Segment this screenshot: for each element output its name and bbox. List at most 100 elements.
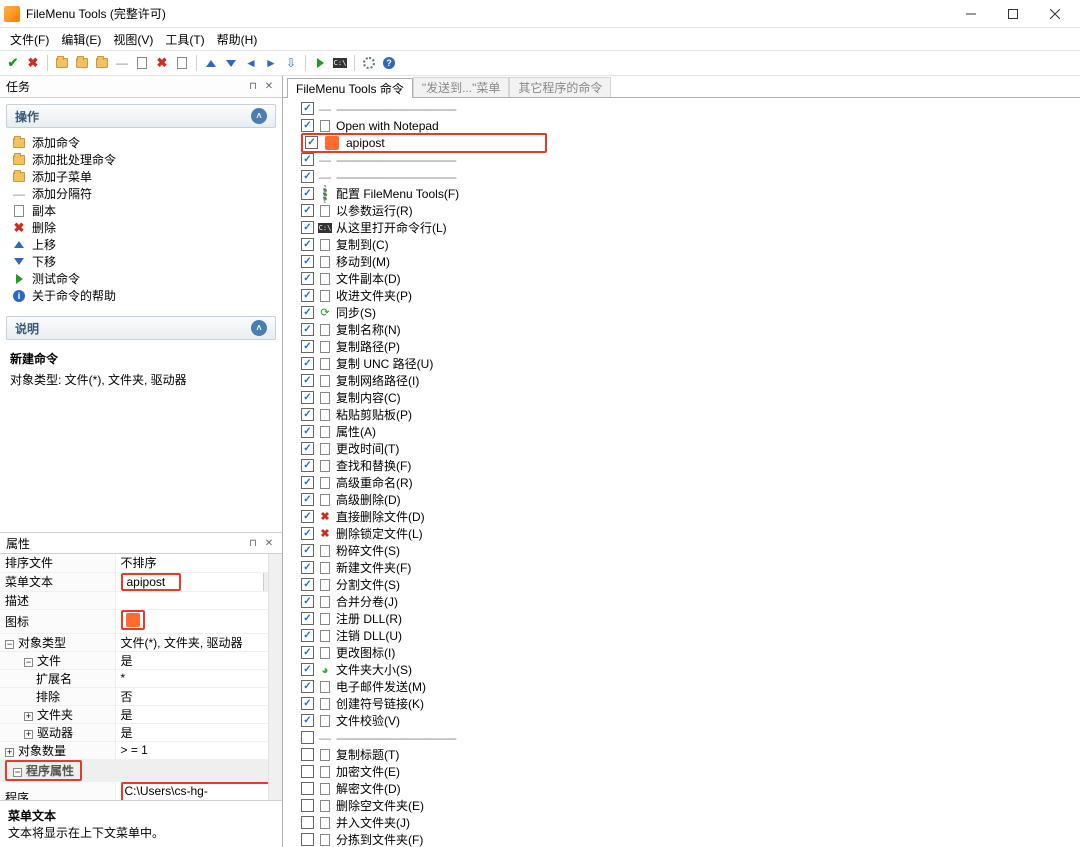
checkbox[interactable] bbox=[301, 204, 314, 217]
checkbox[interactable] bbox=[301, 799, 314, 812]
checkbox[interactable] bbox=[301, 170, 314, 183]
tree-separator[interactable]: —---------------------------------------… bbox=[289, 100, 1078, 117]
checkbox[interactable] bbox=[301, 544, 314, 557]
operation-item[interactable]: 下移 bbox=[6, 253, 276, 270]
checkbox[interactable] bbox=[301, 782, 314, 795]
checkbox[interactable] bbox=[301, 731, 314, 744]
checkbox[interactable] bbox=[301, 527, 314, 540]
checkbox[interactable] bbox=[301, 289, 314, 302]
tree-item[interactable]: ✖删除锁定文件(L) bbox=[289, 525, 1078, 542]
menu-help[interactable]: 帮助(H) bbox=[211, 29, 264, 50]
tree-item[interactable]: apipost bbox=[289, 134, 1078, 151]
tree-item[interactable]: 加密文件(E) bbox=[289, 763, 1078, 780]
checkbox[interactable] bbox=[301, 119, 314, 132]
tree-item[interactable]: ✖直接删除文件(D) bbox=[289, 508, 1078, 525]
checkbox[interactable] bbox=[301, 510, 314, 523]
tb-run[interactable] bbox=[311, 54, 329, 72]
tb-copy[interactable] bbox=[133, 54, 151, 72]
tb-add-separator[interactable]: — bbox=[113, 54, 131, 72]
tree-item[interactable]: 并入文件夹(J) bbox=[289, 814, 1078, 831]
checkbox[interactable] bbox=[301, 374, 314, 387]
expand-toggle[interactable]: + bbox=[5, 748, 14, 757]
tree-item[interactable]: ◕文件夹大小(S) bbox=[289, 661, 1078, 678]
close-button[interactable] bbox=[1034, 0, 1076, 27]
tree-item[interactable]: 注册 DLL(R) bbox=[289, 610, 1078, 627]
tb-export[interactable]: ⇩ bbox=[282, 54, 300, 72]
tb-add-batch[interactable] bbox=[73, 54, 91, 72]
tree-item[interactable]: 删除空文件夹(E) bbox=[289, 797, 1078, 814]
checkbox[interactable] bbox=[301, 646, 314, 659]
operation-item[interactable]: 副本 bbox=[6, 202, 276, 219]
tree-item[interactable]: 复制 UNC 路径(U) bbox=[289, 355, 1078, 372]
tb-delete[interactable]: ✖ bbox=[153, 54, 171, 72]
tb-apply[interactable]: ✔ bbox=[4, 54, 22, 72]
prop-folder-value[interactable]: 是 bbox=[115, 705, 282, 723]
checkbox[interactable] bbox=[301, 391, 314, 404]
expand-toggle[interactable]: + bbox=[24, 730, 33, 739]
tb-add-cmd[interactable] bbox=[53, 54, 71, 72]
prop-objtype-value[interactable]: 文件(*), 文件夹, 驱动器 bbox=[115, 633, 282, 651]
tab-sendto-menu[interactable]: "发送到..."菜单 bbox=[413, 77, 510, 97]
tree-separator[interactable]: —---------------------------------------… bbox=[289, 729, 1078, 746]
checkbox[interactable] bbox=[301, 816, 314, 829]
tab-other-programs[interactable]: 其它程序的命令 bbox=[509, 77, 611, 97]
operation-item[interactable]: 添加子菜单 bbox=[6, 168, 276, 185]
prop-objcount-value[interactable]: > = 1 bbox=[115, 741, 282, 759]
tb-move-left[interactable]: ◄ bbox=[242, 54, 260, 72]
checkbox[interactable] bbox=[301, 680, 314, 693]
tb-move-down[interactable] bbox=[222, 54, 240, 72]
checkbox[interactable] bbox=[301, 629, 314, 642]
tree-item[interactable]: 文件校验(V) bbox=[289, 712, 1078, 729]
tree-item[interactable]: 文件副本(D) bbox=[289, 270, 1078, 287]
tree-item[interactable]: 粉碎文件(S) bbox=[289, 542, 1078, 559]
tree-item[interactable]: 复制标题(T) bbox=[289, 746, 1078, 763]
checkbox[interactable] bbox=[301, 187, 314, 200]
tree-item[interactable]: 合并分卷(J) bbox=[289, 593, 1078, 610]
checkbox[interactable] bbox=[301, 102, 314, 115]
checkbox[interactable] bbox=[301, 833, 314, 846]
collapse-toggle[interactable]: − bbox=[24, 658, 33, 667]
tree-item[interactable]: 分割文件(S) bbox=[289, 576, 1078, 593]
checkbox[interactable] bbox=[301, 459, 314, 472]
tree-item[interactable]: 粘贴剪贴板(P) bbox=[289, 406, 1078, 423]
checkbox[interactable] bbox=[301, 306, 314, 319]
prop-ext-value[interactable]: * bbox=[115, 669, 282, 687]
checkbox[interactable] bbox=[301, 255, 314, 268]
tb-settings[interactable] bbox=[360, 54, 378, 72]
operation-item[interactable]: —添加分隔符 bbox=[6, 185, 276, 202]
checkbox[interactable] bbox=[301, 357, 314, 370]
checkbox[interactable] bbox=[301, 595, 314, 608]
collapse-icon[interactable]: ˄ bbox=[251, 320, 267, 336]
minimize-button[interactable] bbox=[950, 0, 992, 27]
collapse-icon[interactable]: ˄ bbox=[251, 108, 267, 124]
menu-file[interactable]: 文件(F) bbox=[4, 29, 55, 50]
checkbox[interactable] bbox=[301, 748, 314, 761]
close-panel-icon[interactable]: ✕ bbox=[262, 536, 276, 550]
tree-item[interactable]: 电子邮件发送(M) bbox=[289, 678, 1078, 695]
tree-item[interactable]: 注销 DLL(U) bbox=[289, 627, 1078, 644]
checkbox[interactable] bbox=[301, 561, 314, 574]
checkbox[interactable] bbox=[305, 136, 318, 149]
maximize-button[interactable] bbox=[992, 0, 1034, 27]
tb-cmd[interactable]: C:\ bbox=[331, 54, 349, 72]
menu-edit[interactable]: 编辑(E) bbox=[55, 29, 107, 50]
tree-item[interactable]: 分拣到文件夹(F) bbox=[289, 831, 1078, 847]
tree-separator[interactable]: —---------------------------------------… bbox=[289, 151, 1078, 168]
tb-help[interactable]: ? bbox=[380, 54, 398, 72]
collapse-toggle[interactable]: − bbox=[13, 768, 22, 777]
checkbox[interactable] bbox=[301, 408, 314, 421]
menu-tools[interactable]: 工具(T) bbox=[159, 29, 210, 50]
tree-item[interactable]: 复制内容(C) bbox=[289, 389, 1078, 406]
tree-item[interactable]: 以参数运行(R) bbox=[289, 202, 1078, 219]
tree-item[interactable]: 收进文件夹(P) bbox=[289, 287, 1078, 304]
tree-separator[interactable]: —---------------------------------------… bbox=[289, 168, 1078, 185]
tree-item[interactable]: 复制路径(P) bbox=[289, 338, 1078, 355]
menu-view[interactable]: 视图(V) bbox=[107, 29, 159, 50]
close-panel-icon[interactable]: ✕ bbox=[262, 80, 276, 94]
checkbox[interactable] bbox=[301, 476, 314, 489]
prop-desc-value[interactable] bbox=[115, 591, 282, 609]
tab-filemenu-commands[interactable]: FileMenu Tools 命令 bbox=[287, 78, 413, 98]
tree-item[interactable]: 高级删除(D) bbox=[289, 491, 1078, 508]
checkbox[interactable] bbox=[301, 323, 314, 336]
tree-item[interactable]: 查找和替换(F) bbox=[289, 457, 1078, 474]
